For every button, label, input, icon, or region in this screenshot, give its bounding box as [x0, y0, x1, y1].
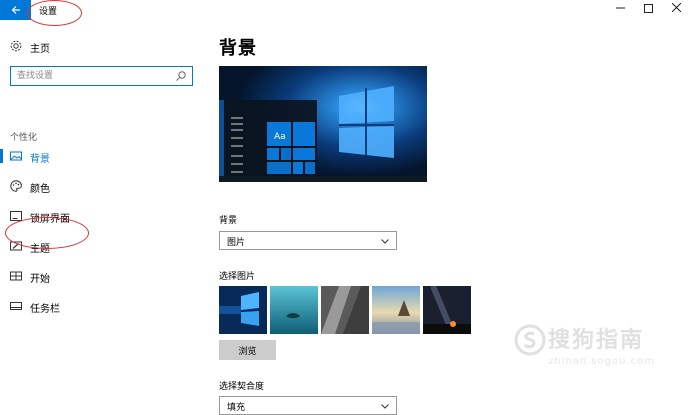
- search-icon[interactable]: [175, 70, 187, 82]
- annotation-ellipse-title: [27, 0, 82, 26]
- minimize-button[interactable]: [606, 0, 634, 20]
- taskbar-icon: [10, 302, 22, 310]
- watermark-url: zhinan.sogou.com: [548, 356, 656, 367]
- desktop-preview: Aa: [219, 66, 427, 182]
- fit-dropdown-value: 填充: [227, 403, 246, 413]
- picture-thumbnail[interactable]: [423, 286, 471, 334]
- sidebar-item-start[interactable]: 开始: [0, 262, 200, 290]
- title-bar: 设置: [0, 0, 692, 20]
- underwater-thumbnail: [270, 286, 318, 334]
- sidebar-item-color[interactable]: 颜色: [0, 172, 200, 200]
- sidebar-item-label: 开始: [30, 274, 50, 285]
- annotation-ellipse-theme: [5, 217, 89, 249]
- browse-button[interactable]: 浏览: [219, 340, 276, 360]
- palette-icon: [10, 180, 22, 192]
- sidebar-item-label: 任务栏: [30, 304, 60, 315]
- close-button[interactable]: [662, 0, 690, 20]
- search-input[interactable]: [17, 69, 167, 83]
- night-sky-thumbnail: [423, 286, 471, 334]
- gear-icon: [10, 40, 22, 52]
- windows-wallpaper-thumbnail: [219, 286, 267, 334]
- fit-dropdown[interactable]: 填充: [219, 396, 397, 415]
- picture-icon: [10, 151, 22, 161]
- preview-tile-label: Aa: [274, 132, 286, 142]
- picture-thumbnail[interactable]: [321, 286, 369, 334]
- watermark-text: 搜狗指南: [548, 328, 645, 353]
- picture-thumbnail[interactable]: [219, 286, 267, 334]
- sidebar-item-taskbar[interactable]: 任务栏: [0, 292, 200, 320]
- background-label: 背景: [219, 216, 238, 226]
- choose-picture-label: 选择图片: [219, 272, 256, 282]
- coast-thumbnail: [372, 286, 420, 334]
- sidebar-item-label: 主页: [30, 44, 50, 55]
- wallpaper-preview-image: [219, 66, 427, 182]
- background-dropdown-value: 图片: [227, 238, 246, 248]
- maximize-button[interactable]: [634, 0, 662, 20]
- chevron-down-icon: [381, 404, 389, 409]
- rock-thumbnail: [321, 286, 369, 334]
- page-title: 背景: [219, 38, 257, 59]
- picture-thumbnails: [219, 286, 473, 334]
- minimize-icon: [615, 7, 625, 9]
- background-dropdown[interactable]: 图片: [219, 231, 397, 250]
- chevron-down-icon: [381, 239, 389, 244]
- sidebar-item-background[interactable]: 背景: [0, 142, 200, 170]
- fit-label: 选择契合度: [219, 382, 265, 392]
- search-box[interactable]: [10, 66, 193, 86]
- start-icon: [10, 271, 22, 281]
- arrow-left-icon: [11, 6, 20, 14]
- close-icon: [671, 2, 681, 13]
- picture-thumbnail[interactable]: [372, 286, 420, 334]
- watermark: 搜狗指南 zhinan.sogou.com: [510, 320, 680, 380]
- watermark-logo-icon: [514, 324, 546, 356]
- sidebar: 主页 个性化 背景 颜色 锁屏界面 主题: [0, 20, 200, 408]
- sidebar-item-label: 背景: [30, 154, 50, 165]
- sidebar-item-home[interactable]: 主页: [0, 32, 200, 60]
- maximize-icon: [643, 3, 653, 13]
- sidebar-item-label: 颜色: [30, 184, 50, 195]
- picture-thumbnail[interactable]: [270, 286, 318, 334]
